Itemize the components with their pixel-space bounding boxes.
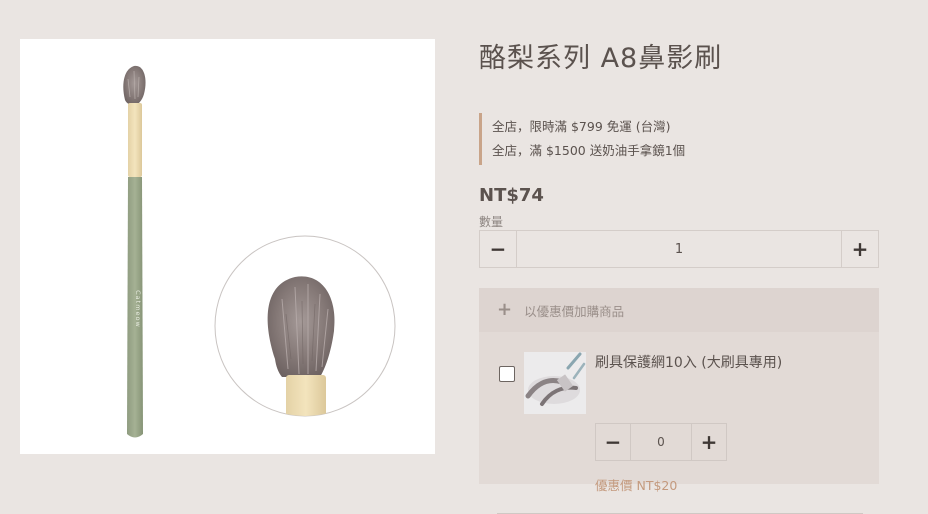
addon-item-thumbnail bbox=[524, 352, 586, 414]
plus-icon: + bbox=[497, 299, 513, 320]
plus-icon: + bbox=[851, 237, 869, 261]
addon-item-price: 優惠價 NT$20 bbox=[595, 478, 678, 493]
addon-quantity-input[interactable]: 0 bbox=[631, 424, 691, 460]
minus-icon: − bbox=[489, 237, 507, 261]
brush-main: Catmeow bbox=[123, 65, 146, 438]
addon-section: + 以優惠價加購商品 刷具保護網10入 (大刷具專用) − 0 + 優惠價 NT… bbox=[479, 288, 879, 514]
svg-text:Catmeow: Catmeow bbox=[134, 290, 142, 328]
minus-icon: − bbox=[604, 430, 622, 454]
addon-quantity-decrease-button[interactable]: − bbox=[596, 424, 631, 460]
promotion-item: 全店，限時滿 $799 免運 (台灣) bbox=[492, 119, 671, 134]
makeup-brush-photo: Catmeow bbox=[123, 65, 396, 438]
quantity-increase-button[interactable]: + bbox=[841, 231, 878, 267]
promotion-list: 全店，限時滿 $799 免運 (台灣) 全店，滿 $1500 送奶油手拿鏡1個 bbox=[479, 113, 685, 165]
addon-item-name[interactable]: 刷具保護網10入 (大刷具專用) bbox=[595, 352, 782, 372]
addon-quantity-stepper: − 0 + bbox=[595, 423, 727, 461]
quantity-input[interactable]: 1 bbox=[517, 231, 841, 267]
addon-item: 刷具保護網10入 (大刷具專用) − 0 + 優惠價 NT$20 bbox=[479, 332, 879, 514]
addon-quantity-increase-button[interactable]: + bbox=[691, 424, 726, 460]
promotion-item: 全店，滿 $1500 送奶油手拿鏡1個 bbox=[492, 143, 686, 158]
quantity-decrease-button[interactable]: − bbox=[480, 231, 517, 267]
quantity-label: 數量 bbox=[479, 215, 504, 229]
product-title: 酪梨系列 A8鼻影刷 bbox=[479, 43, 723, 74]
product-image: Catmeow bbox=[20, 39, 435, 454]
plus-icon: + bbox=[700, 430, 718, 454]
addon-header-label: 以優惠價加購商品 bbox=[524, 303, 625, 319]
addon-header[interactable]: + 以優惠價加購商品 bbox=[479, 288, 879, 332]
brush-guard-photo bbox=[524, 352, 586, 414]
quantity-stepper: − 1 + bbox=[479, 230, 879, 268]
product-price: NT$74 bbox=[479, 185, 544, 206]
addon-item-checkbox[interactable] bbox=[499, 366, 515, 382]
